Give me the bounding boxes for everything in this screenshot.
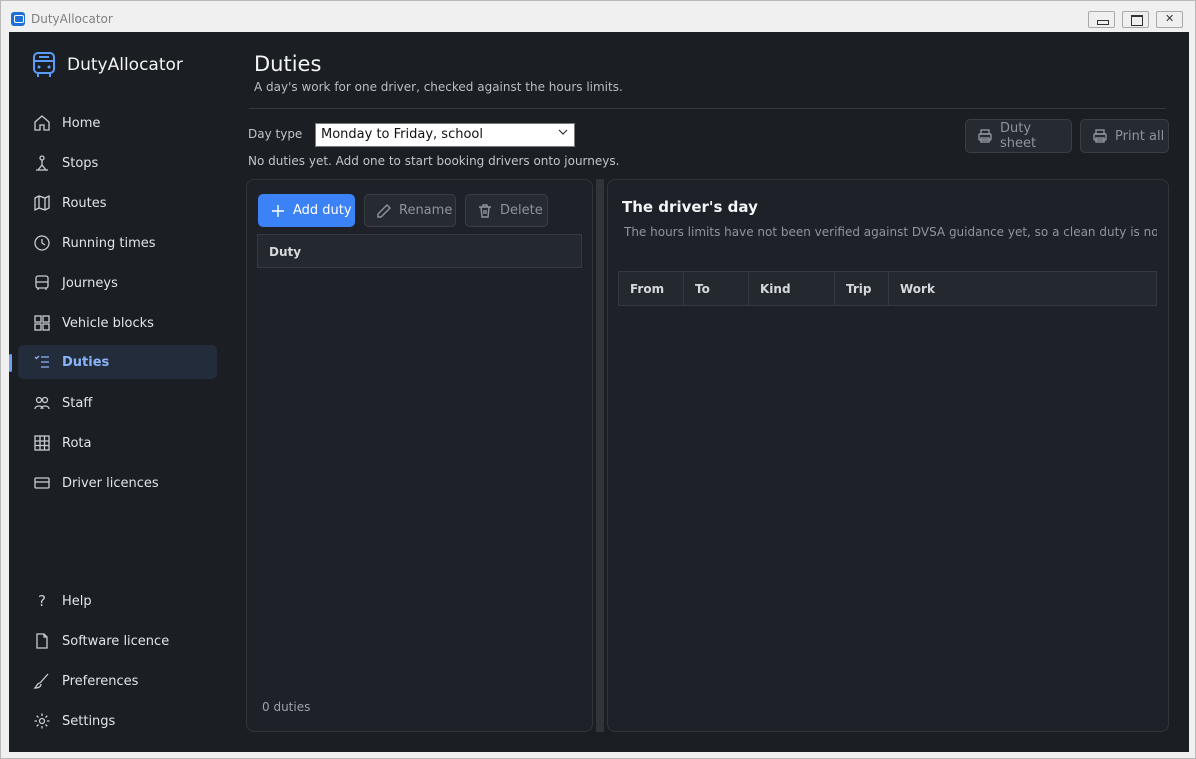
app-icon	[11, 12, 25, 26]
title-bar: DutyAllocator	[1, 1, 1195, 31]
people-icon	[32, 393, 52, 413]
window-title: DutyAllocator	[31, 12, 113, 26]
rename-label: Rename	[399, 203, 453, 218]
map-icon	[32, 193, 52, 213]
minimize-button[interactable]	[1088, 11, 1115, 28]
empty-state-message: No duties yet. Add one to start booking …	[248, 154, 620, 168]
duty-sheet-label: Duty sheet	[1000, 121, 1037, 151]
sidebar-item-label: Routes	[62, 195, 107, 211]
sidebar-item-help[interactable]: ? Help	[18, 584, 217, 618]
app-window: DutyAllocator DutyAllocator	[0, 0, 1196, 759]
sidebar-item-label: Software licence	[62, 633, 170, 649]
column-trip[interactable]: Trip	[835, 272, 889, 305]
print-all-label: Print all	[1115, 128, 1165, 144]
duty-column-header[interactable]: Duty	[257, 234, 582, 268]
sidebar-item-routes[interactable]: Routes	[18, 186, 217, 220]
page-subtitle: A day's work for one driver, checked aga…	[254, 80, 623, 94]
brand-name: DutyAllocator	[67, 55, 183, 75]
sidebar-item-rota[interactable]: Rota	[18, 426, 217, 460]
bus-icon	[33, 52, 55, 77]
rename-button[interactable]: Rename	[364, 194, 456, 227]
column-kind[interactable]: Kind	[749, 272, 835, 305]
sidebar-item-driver-licences[interactable]: Driver licences	[18, 466, 217, 500]
stop-icon	[32, 153, 52, 173]
header-divider	[249, 108, 1166, 109]
sidebar-item-home[interactable]: Home	[18, 106, 217, 140]
trash-icon	[477, 203, 493, 219]
home-icon	[32, 113, 52, 133]
clock-icon	[32, 233, 52, 253]
sidebar-item-settings[interactable]: Settings	[18, 704, 217, 738]
sidebar-item-label: Help	[62, 593, 92, 609]
sidebar-item-vehicle-blocks[interactable]: Vehicle blocks	[18, 306, 217, 340]
sidebar-item-label: Duties	[62, 354, 110, 370]
sidebar-item-label: Stops	[62, 155, 99, 171]
sidebar-item-running-times[interactable]: Running times	[18, 226, 217, 260]
sidebar-item-label: Home	[62, 115, 101, 131]
print-all-button[interactable]: Print all	[1080, 119, 1169, 153]
sidebar-item-label: Settings	[62, 713, 116, 729]
sidebar: DutyAllocator Home Stops Routes Running …	[9, 32, 241, 752]
sidebar-item-software-licence[interactable]: Software licence	[18, 624, 217, 658]
sidebar-item-label: Running times	[62, 235, 156, 251]
day-type-value: Monday to Friday, school	[321, 127, 483, 142]
sidebar-item-label: Journeys	[62, 275, 118, 291]
document-icon	[32, 631, 52, 651]
sidebar-item-label: Vehicle blocks	[62, 315, 154, 331]
hours-limits-note: The hours limits have not been verified …	[624, 225, 1157, 239]
panel-splitter[interactable]	[596, 179, 604, 732]
sidebar-item-staff[interactable]: Staff	[18, 386, 217, 420]
column-from[interactable]: From	[619, 272, 684, 305]
maximize-button[interactable]	[1122, 11, 1149, 28]
brand: DutyAllocator	[31, 50, 183, 80]
gear-icon	[32, 711, 52, 731]
app-client: DutyAllocator Home Stops Routes Running …	[9, 32, 1189, 752]
drivers-day-panel	[607, 179, 1169, 732]
column-work[interactable]: Work	[889, 272, 1156, 305]
page-title: Duties	[254, 52, 322, 76]
day-type-label: Day type	[248, 127, 303, 141]
day-type-select[interactable]: Monday to Friday, school	[315, 123, 575, 147]
pencil-icon	[376, 203, 392, 219]
column-to[interactable]: To	[684, 272, 749, 305]
drivers-day-title: The driver's day	[622, 198, 758, 216]
duty-sheet-button[interactable]: Duty sheet	[965, 119, 1072, 153]
card-icon	[32, 473, 52, 493]
duty-count: 0 duties	[262, 700, 311, 714]
active-indicator	[9, 354, 12, 372]
sidebar-item-label: Staff	[62, 395, 93, 411]
question-icon: ?	[38, 592, 46, 610]
table-icon	[32, 433, 52, 453]
add-duty-label: Add duty	[293, 203, 352, 218]
printer-icon	[977, 128, 993, 144]
sidebar-item-duties[interactable]: Duties	[18, 345, 217, 379]
sidebar-item-journeys[interactable]: Journeys	[18, 266, 217, 300]
drivers-day-table-header: From To Kind Trip Work	[618, 271, 1157, 306]
printer-icon	[1092, 128, 1108, 144]
sidebar-item-label: Preferences	[62, 673, 139, 689]
delete-label: Delete	[500, 203, 543, 218]
sidebar-item-stops[interactable]: Stops	[18, 146, 217, 180]
plus-icon	[270, 203, 286, 219]
sidebar-item-label: Rota	[62, 435, 92, 451]
delete-button[interactable]: Delete	[465, 194, 548, 227]
close-button[interactable]	[1156, 11, 1183, 28]
brush-icon	[32, 671, 52, 691]
checklist-icon	[32, 352, 52, 372]
grid-icon	[32, 313, 52, 333]
sidebar-item-label: Driver licences	[62, 475, 159, 491]
sidebar-item-preferences[interactable]: Preferences	[18, 664, 217, 698]
add-duty-button[interactable]: Add duty	[258, 194, 355, 227]
chevron-down-icon	[558, 129, 568, 135]
bus-icon	[32, 273, 52, 293]
